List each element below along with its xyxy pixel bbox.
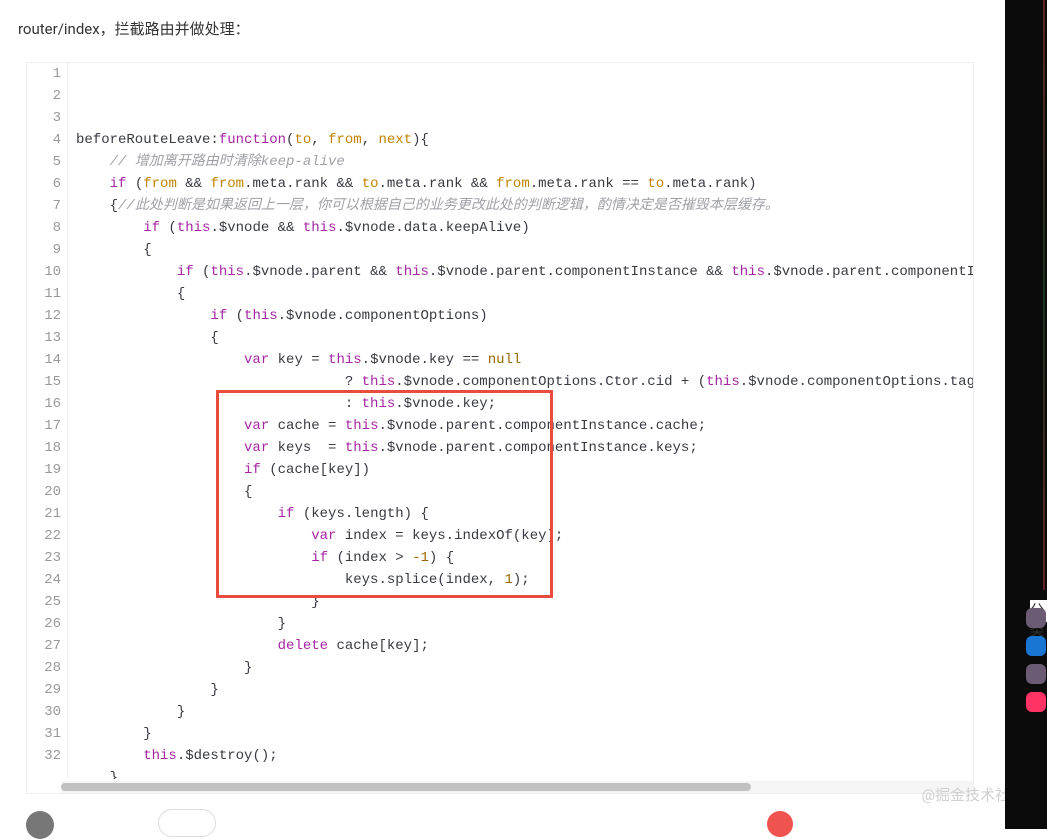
line-number: 29	[27, 679, 61, 701]
code-line: : this.$vnode.key;	[76, 393, 973, 415]
code-line: var key = this.$vnode.key == null	[76, 349, 973, 371]
code-line: {	[76, 283, 973, 305]
code-line: {	[76, 239, 973, 261]
line-number: 30	[27, 701, 61, 723]
code-line: // 增加离开路由时清除keep-alive	[76, 151, 973, 173]
sidebar-icons	[1025, 600, 1047, 720]
line-number: 2	[27, 85, 61, 107]
code-line: }	[76, 767, 973, 779]
code-line: {	[76, 481, 973, 503]
sidebar-icon-2[interactable]	[1026, 636, 1046, 656]
code-line: {//此处判断是如果返回上一层，你可以根据自己的业务更改此处的判断逻辑，酌情决定…	[76, 195, 973, 217]
code-line: this.$destroy();	[76, 745, 973, 767]
line-number: 23	[27, 547, 61, 569]
sidebar-icon-1[interactable]	[1026, 608, 1046, 628]
line-number: 13	[27, 327, 61, 349]
line-number: 19	[27, 459, 61, 481]
code-line: if (cache[key])	[76, 459, 973, 481]
line-number: 17	[27, 415, 61, 437]
line-number: 11	[27, 283, 61, 305]
line-number-gutter: 1234567891011121314151617181920212223242…	[27, 63, 68, 779]
code-line: }	[76, 701, 973, 723]
horizontal-scrollbar[interactable]	[61, 781, 973, 793]
code-line: }	[76, 723, 973, 745]
code-line: beforeRouteLeave:function(to, from, next…	[76, 129, 973, 151]
code-line: if (this.$vnode.parent && this.$vnode.pa…	[76, 261, 973, 283]
intro-text: router/index，拦截路由并做处理：	[18, 18, 250, 39]
code-line: keys.splice(index, 1);	[76, 569, 973, 591]
code-line: {	[76, 327, 973, 349]
code-lines: beforeRouteLeave:function(to, from, next…	[68, 63, 973, 779]
code-line: delete cache[key];	[76, 635, 973, 657]
scrollbar-thumb[interactable]	[61, 783, 751, 791]
sidebar-icon-3[interactable]	[1026, 664, 1046, 684]
line-number: 18	[27, 437, 61, 459]
line-number: 9	[27, 239, 61, 261]
code-line: }	[76, 591, 973, 613]
line-number: 15	[27, 371, 61, 393]
line-number: 7	[27, 195, 61, 217]
code-line: ? this.$vnode.componentOptions.Ctor.cid …	[76, 371, 973, 393]
line-number: 32	[27, 745, 61, 767]
minimap-marks	[1043, 0, 1045, 590]
line-number: 4	[27, 129, 61, 151]
line-number: 27	[27, 635, 61, 657]
line-number: 26	[27, 613, 61, 635]
line-number: 16	[27, 393, 61, 415]
code-line: if (this.$vnode && this.$vnode.data.keep…	[76, 217, 973, 239]
line-number: 12	[27, 305, 61, 327]
line-number: 14	[27, 349, 61, 371]
line-number: 22	[27, 525, 61, 547]
line-number: 6	[27, 173, 61, 195]
code-line: if (this.$vnode.componentOptions)	[76, 305, 973, 327]
sidebar-icon-4[interactable]	[1026, 692, 1046, 712]
author-avatar[interactable]	[26, 811, 54, 839]
line-number: 5	[27, 151, 61, 173]
line-number: 3	[27, 107, 61, 129]
line-number: 21	[27, 503, 61, 525]
code-line: if (from && from.meta.rank && to.meta.ra…	[76, 173, 973, 195]
code-block: 1234567891011121314151617181920212223242…	[26, 62, 974, 794]
code-line: if (keys.length) {	[76, 503, 973, 525]
line-number: 24	[27, 569, 61, 591]
line-number: 10	[27, 261, 61, 283]
action-button[interactable]	[767, 811, 793, 837]
code-line: var cache = this.$vnode.parent.component…	[76, 415, 973, 437]
code-line: var index = keys.indexOf(key);	[76, 525, 973, 547]
line-number: 31	[27, 723, 61, 745]
line-number: 1	[27, 63, 61, 85]
code-line: }	[76, 657, 973, 679]
line-number: 8	[27, 217, 61, 239]
code-line: }	[76, 613, 973, 635]
code-line: }	[76, 679, 973, 701]
code-line: var keys = this.$vnode.parent.componentI…	[76, 437, 973, 459]
line-number: 25	[27, 591, 61, 613]
line-number: 28	[27, 657, 61, 679]
code-line: if (index > -1) {	[76, 547, 973, 569]
follow-button[interactable]	[158, 809, 216, 837]
line-number: 20	[27, 481, 61, 503]
